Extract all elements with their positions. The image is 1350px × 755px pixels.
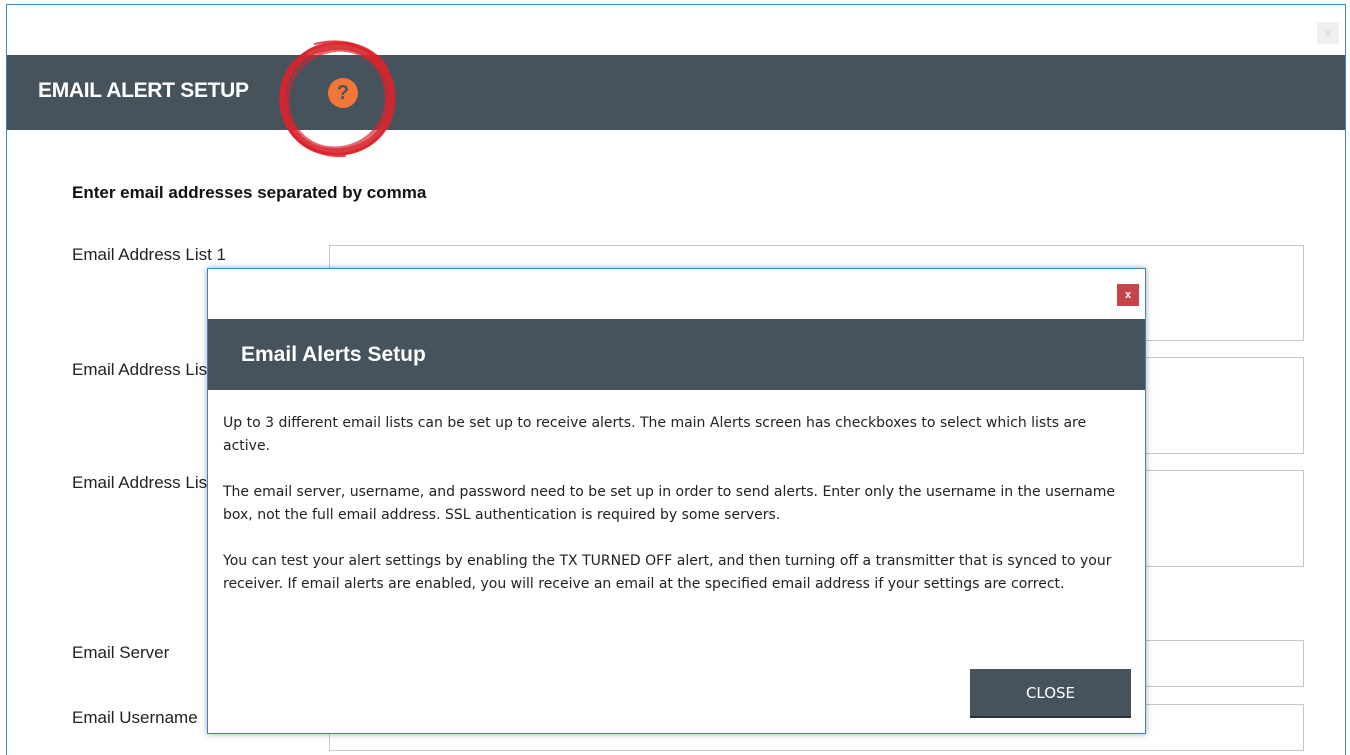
instructions-text: Enter email addresses separated by comma xyxy=(72,183,427,202)
dialog-body: Up to 3 different email lists can be set… xyxy=(223,412,1135,619)
page-title: EMAIL ALERT SETUP xyxy=(38,79,249,102)
dialog-close-icon[interactable]: x xyxy=(1117,284,1139,306)
dialog-title: Email Alerts Setup xyxy=(241,343,426,366)
dialog-paragraph-1: Up to 3 different email lists can be set… xyxy=(223,415,1087,454)
main-header: EMAIL ALERT SETUP ? xyxy=(7,55,1345,130)
email-list-1-label: Email Address List 1 xyxy=(72,245,227,264)
help-icon[interactable]: ? xyxy=(328,78,358,108)
dialog-header: Email Alerts Setup xyxy=(208,319,1145,390)
help-dialog: x Email Alerts Setup Up to 3 different e… xyxy=(207,268,1146,734)
email-server-label: Email Server xyxy=(72,643,170,662)
dialog-paragraph-3: You can test your alert settings by enab… xyxy=(223,553,1112,592)
email-username-label: Email Username xyxy=(72,708,198,727)
main-window-close-button[interactable]: x xyxy=(1317,22,1339,44)
close-button[interactable]: CLOSE xyxy=(970,669,1131,718)
email-list-3-label: Email Address List 3 xyxy=(72,473,227,492)
dialog-paragraph-2: The email server, username, and password… xyxy=(223,484,1116,523)
email-list-2-label: Email Address List 2 xyxy=(72,360,227,379)
